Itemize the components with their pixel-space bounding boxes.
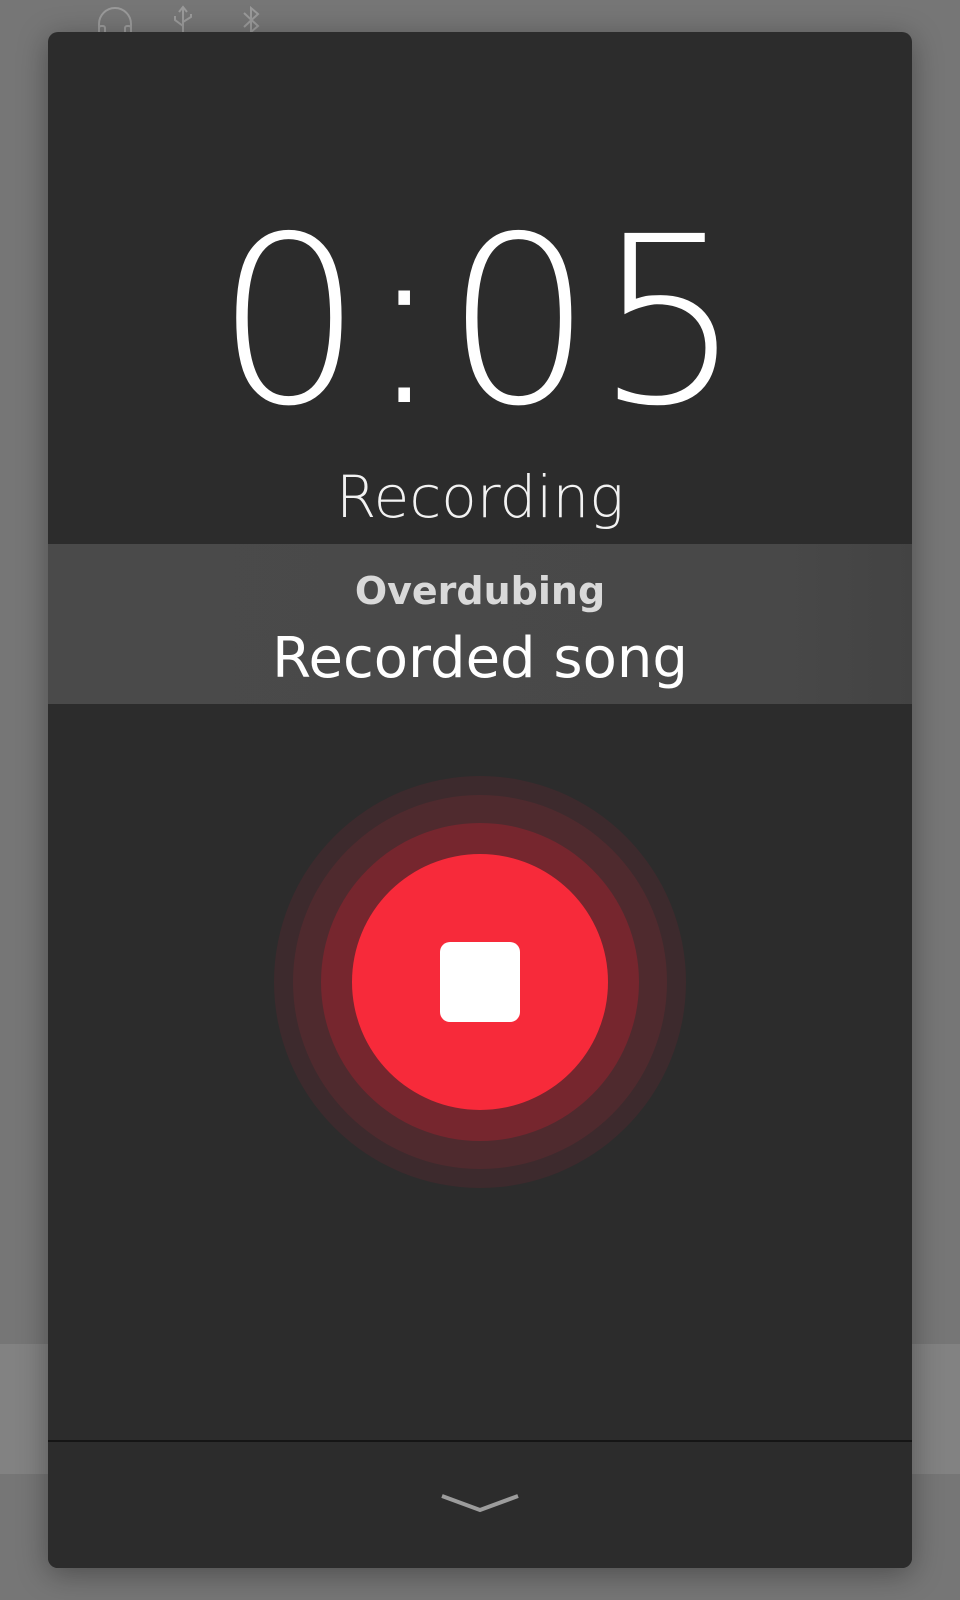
recording-panel: 0:05 Recording Overdubing Recorded song [48,32,912,1568]
song-info-band: Overdubing Recorded song [48,544,912,704]
song-mode-label: Overdubing [354,569,606,613]
stop-recording-button[interactable] [352,854,608,1110]
elapsed-time: 0:05 [215,187,745,457]
stop-icon [440,942,520,1022]
song-name: Recorded song [272,626,688,691]
recording-status: Recording [335,463,625,531]
chevron-down-icon [441,1494,519,1513]
panel-footer [48,1442,912,1568]
record-control [274,776,686,1188]
collapse-button[interactable] [430,1470,530,1530]
